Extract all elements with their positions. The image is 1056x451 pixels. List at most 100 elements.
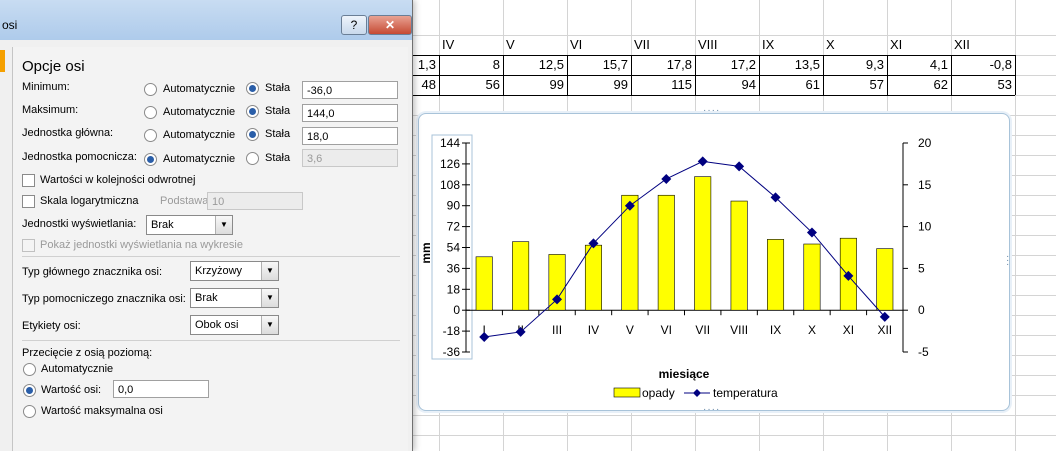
divider — [22, 256, 400, 257]
right-axis-tick-label: -5 — [918, 345, 929, 359]
major-unit-fixed-label: Stała — [265, 128, 291, 140]
minimum-input[interactable]: -36,0 — [302, 81, 398, 99]
table-cell[interactable]: 99 — [568, 75, 628, 95]
table-cell[interactable]: 115 — [632, 75, 692, 95]
table-header-cell[interactable]: VIII — [698, 35, 756, 55]
table-cell[interactable]: 53 — [952, 75, 1012, 95]
maximum-input[interactable]: 144,0 — [302, 104, 398, 122]
maximum-fixed-radio[interactable] — [246, 105, 259, 118]
chart[interactable]: 144 126 108 90 72 54 36 18 0 -18 -36 20 15 10 5 0 -5 I II I… — [418, 113, 1018, 413]
point-temperatura — [661, 173, 672, 184]
table-header-cell[interactable]: VII — [634, 35, 692, 55]
left-axis-tick-label: 72 — [447, 220, 461, 234]
table-header-cell[interactable]: XII — [954, 35, 1012, 55]
table-header-cell[interactable]: VI — [570, 35, 628, 55]
y-axis-title: mm — [419, 242, 433, 263]
display-units-select[interactable]: Brak ▼ — [146, 215, 233, 235]
x-axis-tick-label: VII — [695, 323, 710, 337]
dialog-titlebar[interactable]: osi ? ✕ — [0, 0, 412, 40]
left-axis-tick-label: 0 — [453, 303, 460, 317]
legend-label-opady: opady — [642, 386, 675, 400]
table-header-cell[interactable]: IV — [442, 35, 500, 55]
display-units-value: Brak — [151, 219, 174, 231]
x-axis-tick-label: X — [808, 323, 816, 337]
selected-category-tab[interactable] — [0, 50, 5, 72]
table-cell[interactable]: 61 — [760, 75, 820, 95]
minor-unit-fixed-radio[interactable] — [246, 152, 259, 165]
table-cell[interactable]: 8 — [440, 55, 500, 75]
minimum-fixed-radio[interactable] — [246, 82, 259, 95]
major-unit-fixed-radio[interactable] — [246, 128, 259, 141]
help-button[interactable]: ? — [341, 15, 367, 35]
cross-value-input[interactable]: 0,0 — [113, 380, 209, 398]
legend-swatch-opady — [613, 387, 641, 398]
table-cell[interactable]: 48 — [411, 75, 436, 95]
log-base-input[interactable]: 10 — [207, 192, 303, 210]
table-header-cell[interactable]: V — [506, 35, 564, 55]
bar-opady — [475, 256, 493, 311]
minor-tick-select[interactable]: Brak ▼ — [190, 288, 279, 308]
maximum-auto-radio[interactable] — [144, 106, 157, 119]
axis-labels-label: Etykiety osi: — [22, 320, 81, 332]
left-axis-tick-label: 90 — [447, 199, 461, 213]
x-axis-tick-label: IX — [770, 323, 781, 337]
sheet-gridline — [410, 435, 1056, 436]
table-border — [410, 75, 1015, 76]
major-unit-input[interactable]: 18,0 — [302, 127, 398, 145]
cross-auto-radio[interactable] — [23, 363, 36, 376]
table-header-cell[interactable]: IX — [762, 35, 820, 55]
panel-heading: Opcje osi — [22, 58, 85, 75]
minor-unit-input[interactable]: 3,6 — [302, 149, 398, 167]
table-cell[interactable]: 99 — [504, 75, 564, 95]
table-cell[interactable]: 13,5 — [760, 55, 820, 75]
table-cell[interactable]: 15,7 — [568, 55, 628, 75]
table-border — [759, 55, 760, 95]
close-button[interactable]: ✕ — [368, 15, 412, 35]
bar-opady — [621, 194, 639, 311]
table-cell[interactable]: 12,5 — [504, 55, 564, 75]
table-border — [503, 55, 504, 95]
table-cell[interactable]: 57 — [824, 75, 884, 95]
table-header-cell[interactable]: XI — [890, 35, 948, 55]
major-unit-auto-radio[interactable] — [144, 129, 157, 142]
table-cell[interactable]: 56 — [440, 75, 500, 95]
minor-unit-auto-radio[interactable] — [144, 153, 157, 166]
table-cell[interactable]: 1,3 — [411, 55, 436, 75]
cross-value-radio[interactable] — [23, 384, 36, 397]
table-border — [1015, 55, 1016, 95]
axis-labels-select[interactable]: Obok osi ▼ — [190, 315, 279, 335]
table-cell[interactable]: 17,2 — [696, 55, 756, 75]
table-border — [887, 55, 888, 95]
cross-max-radio[interactable] — [23, 405, 36, 418]
table-cell[interactable]: 94 — [696, 75, 756, 95]
major-tick-select[interactable]: Krzyżowy ▼ — [190, 261, 279, 281]
left-axis-tick-label: 54 — [447, 241, 461, 255]
bar-opady — [876, 248, 894, 311]
table-header-cell[interactable]: X — [826, 35, 884, 55]
bar-opady — [767, 239, 785, 311]
table-cell[interactable]: 9,3 — [824, 55, 884, 75]
table-border — [410, 55, 1015, 56]
chevron-down-icon: ▼ — [261, 262, 278, 280]
log-scale-checkbox[interactable] — [22, 195, 35, 208]
x-axis-tick-label: IV — [588, 323, 599, 337]
right-axis-tick-label: 5 — [918, 261, 925, 275]
table-cell[interactable]: 17,8 — [632, 55, 692, 75]
bar-opady — [730, 200, 748, 311]
right-axis-tick-label: 10 — [918, 220, 932, 234]
major-unit-auto-label: Automatycznie — [163, 129, 236, 141]
legend-marker-temperatura — [693, 389, 701, 397]
maximum-label: Maksimum: — [22, 104, 79, 116]
x-axis-tick-label: XI — [843, 323, 854, 337]
show-units-checkbox[interactable] — [22, 239, 35, 252]
table-cell[interactable]: -0,8 — [952, 55, 1012, 75]
display-units-label: Jednostki wyświetlania: — [22, 218, 137, 230]
chevron-down-icon: ▼ — [261, 289, 278, 307]
x-axis-tick-label: III — [552, 323, 562, 337]
minor-tick-value: Brak — [195, 292, 218, 304]
table-cell[interactable]: 62 — [888, 75, 948, 95]
left-axis-tick-label: 126 — [440, 157, 460, 171]
table-cell[interactable]: 4,1 — [888, 55, 948, 75]
reverse-order-checkbox[interactable] — [22, 174, 35, 187]
minimum-auto-radio[interactable] — [144, 83, 157, 96]
